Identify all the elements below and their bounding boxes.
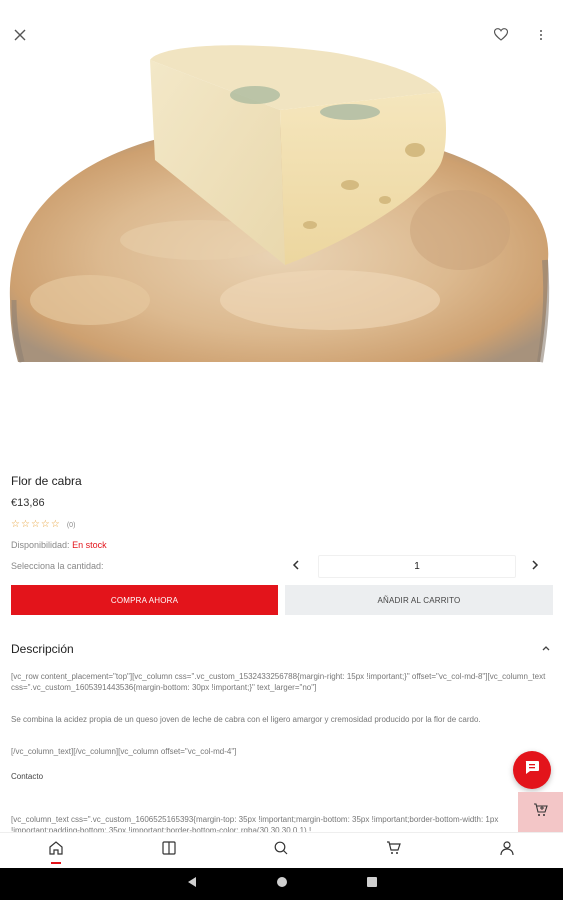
- nav-search[interactable]: [225, 833, 338, 868]
- star-icon: ☆: [30, 519, 40, 530]
- more-options-button[interactable]: [526, 22, 556, 52]
- rating-count: (0): [66, 521, 76, 529]
- description-paragraph: Se combina la acidez propia de un queso …: [11, 715, 481, 724]
- favorite-button[interactable]: [486, 22, 516, 52]
- close-button[interactable]: [5, 22, 35, 52]
- product-price: €13,86: [11, 497, 45, 509]
- buy-now-button[interactable]: COMPRA AHORA: [11, 585, 278, 615]
- search-icon: [273, 840, 289, 861]
- more-vertical-icon: [539, 28, 543, 46]
- cheese-image: [9, 45, 550, 363]
- chat-icon: [524, 760, 540, 780]
- description-heading: Descripción: [11, 642, 74, 656]
- quantity-decrease-button[interactable]: [286, 554, 306, 576]
- cart-add-icon: [533, 802, 549, 823]
- active-indicator: [51, 862, 62, 864]
- product-image: [0, 0, 563, 440]
- floating-cart-button[interactable]: [518, 792, 563, 832]
- top-bar: [0, 0, 563, 41]
- quantity-label: Selecciona la cantidad:: [11, 561, 104, 571]
- description-toggle[interactable]: [538, 640, 554, 656]
- home-circle-icon[interactable]: [276, 875, 288, 893]
- star-icon: ☆: [50, 519, 60, 530]
- close-icon: [14, 28, 26, 46]
- description-paragraph: [vc_column_text css=".vc_custom_16065251…: [11, 815, 499, 832]
- home-icon: [48, 840, 64, 861]
- availability-label: Disponibilidad:: [11, 540, 70, 550]
- star-icon: ☆: [20, 519, 30, 530]
- chevron-left-icon: [286, 560, 306, 580]
- catalog-icon: [161, 840, 177, 861]
- quantity-input[interactable]: 1: [318, 555, 516, 578]
- recents-icon[interactable]: [366, 875, 378, 893]
- cart-icon: [386, 840, 402, 861]
- description-paragraph: [/vc_column_text][/vc_column][vc_column …: [11, 747, 237, 756]
- nav-account[interactable]: [450, 833, 563, 868]
- bottom-navigation: [0, 832, 563, 868]
- star-icon: ☆: [40, 519, 50, 530]
- heart-icon: [493, 28, 509, 46]
- description-contact: Contacto: [11, 772, 44, 781]
- star-icon: ☆: [11, 519, 20, 530]
- add-to-cart-button[interactable]: AÑADIR AL CARRITO: [285, 585, 553, 615]
- rating[interactable]: ☆ ☆ ☆ ☆ ☆ (0): [11, 520, 75, 530]
- quantity-increase-button[interactable]: [525, 554, 545, 576]
- chevron-right-icon: [525, 560, 545, 580]
- availability-value: En stock: [72, 540, 107, 550]
- chat-button[interactable]: [513, 751, 551, 789]
- nav-home[interactable]: [0, 833, 113, 868]
- nav-catalog[interactable]: [113, 833, 226, 868]
- chevron-up-icon: [538, 643, 554, 660]
- description-paragraph: [vc_row content_placement="top"][vc_colu…: [11, 672, 546, 692]
- user-icon: [499, 840, 515, 861]
- back-icon[interactable]: [186, 875, 198, 893]
- availability: Disponibilidad: En stock: [11, 540, 107, 550]
- nav-cart[interactable]: [338, 833, 451, 868]
- product-title: Flor de cabra: [11, 474, 82, 488]
- system-navigation-bar: [0, 868, 563, 900]
